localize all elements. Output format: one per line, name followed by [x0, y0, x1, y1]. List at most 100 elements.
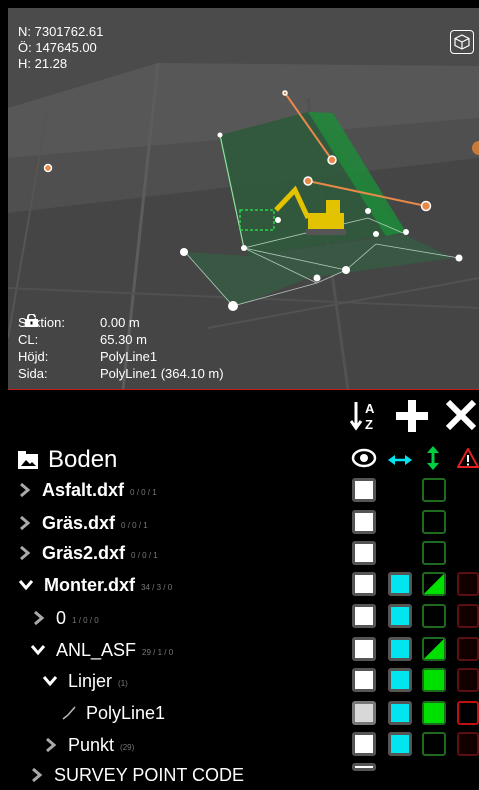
easting: Ö: 147645.00 — [18, 40, 97, 55]
vertical-toggle[interactable] — [422, 478, 446, 502]
info-row-hojd: Höjd: PolyLine1 — [18, 314, 224, 365]
svg-text:A: A — [365, 401, 375, 416]
lock-icon[interactable] — [24, 314, 39, 327]
chevron-right-icon[interactable] — [18, 482, 32, 498]
tree-root[interactable]: Boden — [18, 446, 117, 474]
visibility-checkbox[interactable] — [352, 510, 376, 534]
tree-item-asfalt[interactable]: Asfalt.dxf 0 / 0 / 1 — [18, 475, 157, 505]
warning-toggle[interactable] — [457, 732, 479, 756]
visibility-checkbox[interactable] — [352, 732, 376, 756]
visibility-checkbox[interactable] — [352, 637, 376, 661]
vertical-arrows-icon — [427, 446, 439, 470]
vertical-toggle[interactable] — [422, 637, 446, 661]
warning-toggle[interactable] — [457, 572, 479, 596]
horizontal-toggle[interactable] — [388, 701, 412, 725]
alignment-info: Sektion: 0.00 m CL: 65.30 m Höjd: PolyLi… — [18, 314, 224, 382]
visibility-checkbox[interactable] — [352, 604, 376, 628]
chevron-right-icon[interactable] — [18, 545, 32, 561]
vertical-toggle[interactable] — [422, 668, 446, 692]
tree-item-survey-point-code[interactable]: SURVEY POINT CODE — [30, 760, 250, 790]
chevron-down-icon[interactable] — [30, 643, 46, 657]
warning-toggle[interactable] — [457, 604, 479, 628]
panel-divider — [8, 389, 479, 390]
info-label: Höjd: — [18, 349, 49, 364]
warning-toggle[interactable] — [457, 637, 479, 661]
tree-item-punkt[interactable]: Punkt (29) — [44, 730, 134, 760]
eye-icon — [351, 448, 377, 468]
tree-item-count: 29 / 1 / 0 — [142, 647, 174, 657]
tree-item-polyline1[interactable]: PolyLine1 — [62, 698, 171, 728]
tree-item-label: Punkt — [68, 734, 115, 755]
chevron-down-icon[interactable] — [42, 674, 58, 688]
tree-item-linjer[interactable]: Linjer (1) — [42, 666, 128, 696]
tree-item-label: Gräs2.dxf — [42, 542, 126, 563]
close-icon[interactable] — [444, 398, 478, 432]
visibility-checkbox[interactable] — [352, 572, 376, 596]
horizontal-toggle[interactable] — [388, 732, 412, 756]
tree-item-count: 0 / 0 / 1 — [131, 550, 158, 560]
northing: N: 7301762.61 — [18, 24, 104, 39]
tree-item-label: Linjer — [68, 670, 113, 691]
tree-item-label: Gräs.dxf — [42, 512, 116, 533]
view-cube-button[interactable] — [450, 30, 474, 54]
tree-item-layer-0[interactable]: 0 1 / 0 / 0 — [32, 603, 99, 633]
sort-az-icon[interactable]: A Z — [350, 398, 382, 432]
tree-item-gras[interactable]: Gräs.dxf 0 / 0 / 1 — [18, 508, 148, 538]
warning-toggle[interactable] — [457, 701, 479, 725]
info-row-cl: CL: 65.30 m — [18, 331, 224, 348]
info-row-sida: Sida: PolyLine1 (364.10 m) — [18, 314, 224, 382]
tree-item-count: 0 / 0 / 1 — [130, 487, 157, 497]
chevron-right-icon[interactable] — [44, 737, 58, 753]
warning-toggle[interactable] — [457, 668, 479, 692]
visibility-checkbox[interactable] — [352, 541, 376, 565]
vertical-toggle[interactable] — [422, 732, 446, 756]
visibility-checkbox[interactable] — [352, 701, 376, 725]
horizontal-toggle[interactable] — [388, 572, 412, 596]
folder-image-icon — [18, 451, 38, 469]
tree-item-count: (29) — [120, 742, 135, 752]
vertical-toggle[interactable] — [422, 701, 446, 725]
root-title: Boden — [48, 446, 118, 473]
plus-icon[interactable] — [394, 398, 430, 434]
visibility-checkbox[interactable] — [352, 478, 376, 502]
chevron-right-icon[interactable] — [32, 610, 46, 626]
info-label: CL: — [18, 332, 39, 347]
tree-item-anl-asf[interactable]: ANL_ASF 29 / 1 / 0 — [30, 635, 173, 665]
tree-item-label: Asfalt.dxf — [42, 479, 125, 500]
chevron-right-icon[interactable] — [30, 767, 44, 783]
chevron-right-icon[interactable] — [18, 515, 32, 531]
vertical-toggle[interactable] — [422, 510, 446, 534]
height: H: 21.28 — [18, 56, 68, 71]
visibility-checkbox[interactable] — [352, 763, 376, 771]
horizontal-toggle[interactable] — [388, 637, 412, 661]
tree-item-count: 0 / 0 / 1 — [121, 520, 148, 530]
warning-icon — [457, 448, 479, 468]
info-value: PolyLine1 (364.10 m) — [100, 366, 224, 381]
tree-item-label: Monter.dxf — [44, 574, 136, 595]
vertical-toggle[interactable] — [422, 604, 446, 628]
tree-item-monter[interactable]: Monter.dxf 34 / 3 / 0 — [18, 570, 172, 600]
3d-viewport[interactable]: N: 7301762.61 Ö: 147645.00 H: 21.28 Sekt… — [8, 8, 479, 390]
chevron-down-icon[interactable] — [18, 578, 34, 592]
tree-item-gras2[interactable]: Gräs2.dxf 0 / 0 / 1 — [18, 538, 158, 568]
tree-item-label: 0 — [56, 607, 67, 628]
info-value: 0.00 m — [100, 315, 140, 330]
info-row-sektion: Sektion: 0.00 m — [18, 314, 224, 331]
tree-item-count: 1 / 0 / 0 — [72, 615, 99, 625]
polyline-icon — [62, 706, 76, 720]
visibility-checkbox[interactable] — [352, 668, 376, 692]
vertical-toggle[interactable] — [422, 541, 446, 565]
tree-item-label: PolyLine1 — [86, 702, 166, 723]
info-value: PolyLine1 — [100, 349, 158, 364]
tree-item-count: 34 / 3 / 0 — [141, 582, 173, 592]
info-label: Sida: — [18, 366, 48, 381]
vertical-toggle[interactable] — [422, 572, 446, 596]
horizontal-toggle[interactable] — [388, 668, 412, 692]
tree-item-count: (1) — [118, 678, 128, 688]
coordinate-readout: N: 7301762.61 Ö: 147645.00 H: 21.28 — [18, 24, 103, 72]
info-value: 65.30 m — [100, 332, 147, 347]
svg-text:Z: Z — [365, 417, 373, 432]
horizontal-toggle[interactable] — [388, 604, 412, 628]
tree-item-label: SURVEY POINT CODE — [54, 764, 245, 785]
cube-icon — [454, 34, 470, 50]
